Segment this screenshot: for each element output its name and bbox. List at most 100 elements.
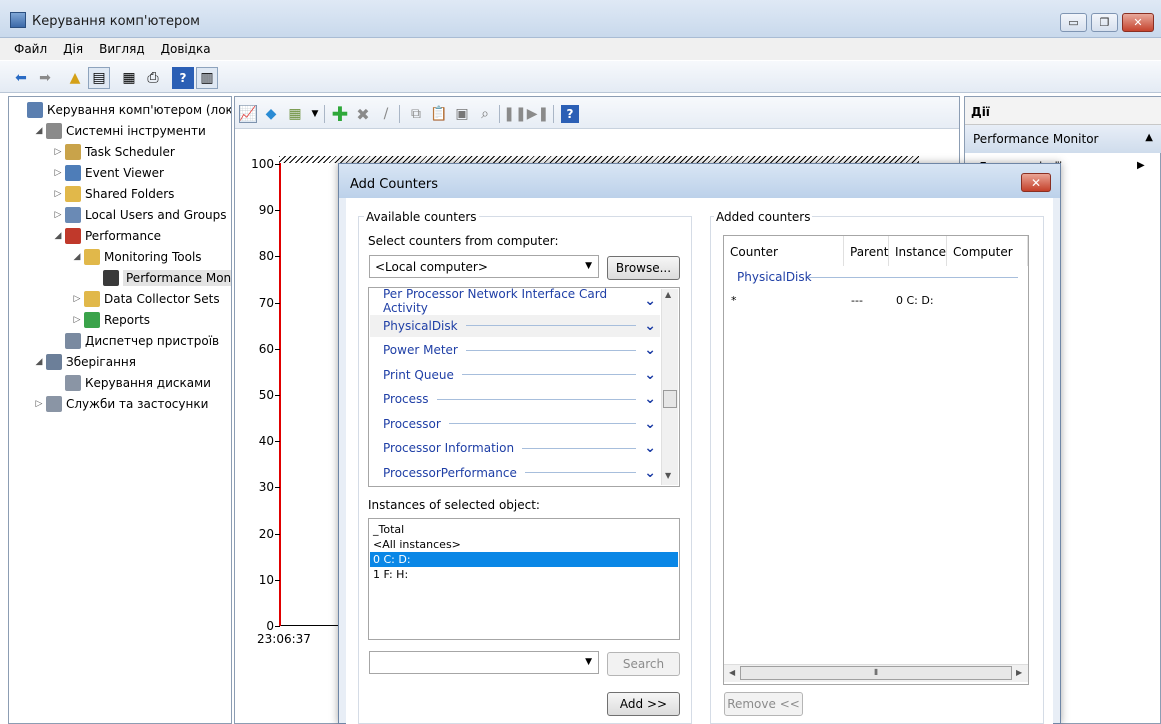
added-counters-list[interactable]: [723, 235, 1029, 685]
add-button[interactable]: Add >>: [607, 692, 680, 716]
collapse-arrow-icon[interactable]: ◢: [51, 231, 65, 241]
instance-item[interactable]: _Total: [370, 522, 678, 537]
tree-item[interactable]: ▷ Служби та застосунки: [32, 393, 208, 414]
hscroll-thumb[interactable]: ⦀: [740, 666, 1012, 680]
scroll-thumb[interactable]: [663, 390, 677, 408]
added-list-hscrollbar[interactable]: ◀ ⦀ ▶: [724, 664, 1028, 682]
remove-button[interactable]: Remove <<: [724, 692, 803, 716]
menu-view[interactable]: Вигляд: [99, 42, 145, 56]
collapse-arrow-icon[interactable]: ◢: [32, 357, 46, 367]
dialog-close-button[interactable]: ✕: [1021, 173, 1051, 192]
tree-item[interactable]: ▷ Reports: [70, 309, 150, 330]
computer-select[interactable]: <Local computer> ▼: [369, 255, 599, 278]
collapse-arrow-icon[interactable]: ◢: [70, 252, 84, 262]
actions-section-performance-monitor[interactable]: Performance Monitor ▲: [965, 125, 1161, 153]
menu-help[interactable]: Довідка: [161, 42, 211, 56]
counter-item[interactable]: ProcessorPerformance ⌄: [370, 462, 660, 484]
show-hide-action-pane-icon[interactable]: ▥: [196, 67, 218, 89]
search-button[interactable]: Search: [607, 652, 680, 676]
scroll-up-icon[interactable]: ▲: [665, 290, 671, 299]
expand-chevron-icon[interactable]: ⌄: [644, 440, 656, 456]
menu-file[interactable]: Файл: [14, 42, 47, 56]
zoom-icon[interactable]: ⌕: [476, 105, 494, 123]
tree-item[interactable]: ▷ Local Users and Groups: [51, 204, 227, 225]
scroll-right-icon[interactable]: ▶: [1016, 668, 1022, 677]
tree-item[interactable]: Керування комп'ютером (локальн: [13, 99, 231, 120]
counter-item[interactable]: Print Queue ⌄: [370, 364, 660, 386]
freeze-display-icon[interactable]: ❚❚: [503, 105, 526, 123]
print-icon[interactable]: ⎙: [142, 67, 164, 89]
expand-arrow-icon[interactable]: ▷: [70, 315, 84, 325]
column-counter[interactable]: Counter: [724, 236, 844, 266]
counters-list[interactable]: Per Processor Network Interface Card Act…: [368, 287, 680, 487]
view-graph-icon[interactable]: 📈: [239, 105, 257, 123]
minimize-button[interactable]: ▭: [1060, 13, 1087, 32]
instances-list[interactable]: _Total <All instances> 0 C: D: 1 F: H:: [368, 518, 680, 640]
tree-item[interactable]: ◢ Зберігання: [32, 351, 136, 372]
forward-icon[interactable]: ➡: [34, 67, 56, 89]
counter-item[interactable]: Per Processor Network Interface Card Act…: [370, 288, 660, 315]
scroll-down-icon[interactable]: ▼: [665, 471, 671, 480]
view-current-activity-icon[interactable]: ▦: [286, 105, 304, 123]
expand-chevron-icon[interactable]: ⌄: [644, 391, 656, 407]
highlight-icon[interactable]: /: [377, 105, 395, 123]
browse-button[interactable]: Browse...: [607, 256, 680, 280]
tree-item[interactable]: ▷ Task Scheduler: [51, 141, 175, 162]
delete-counter-icon[interactable]: ✖: [354, 105, 372, 124]
added-row-counter[interactable]: *: [731, 294, 737, 307]
back-icon[interactable]: ⬅: [10, 67, 32, 89]
instance-item[interactable]: 0 C: D:: [370, 552, 678, 567]
counter-item[interactable]: Processor Information ⌄: [370, 437, 660, 459]
instance-item[interactable]: 1 F: H:: [370, 567, 678, 582]
expand-arrow-icon[interactable]: ▷: [51, 189, 65, 199]
tree-item[interactable]: ▷ Shared Folders: [51, 183, 174, 204]
counters-list-scrollbar[interactable]: ▲ ▼: [661, 289, 678, 485]
added-group-physicaldisk[interactable]: PhysicalDisk: [737, 270, 812, 284]
tree-item[interactable]: Performance Monitor: [89, 267, 231, 288]
collapse-arrow-icon[interactable]: ◢: [32, 126, 46, 136]
expand-arrow-icon[interactable]: ▷: [51, 168, 65, 178]
counter-item[interactable]: Processor ⌄: [370, 413, 660, 435]
tree-item[interactable]: ◢ Системні інструменти: [32, 120, 206, 141]
add-counter-icon[interactable]: ✚: [331, 102, 349, 126]
properties-icon[interactable]: ▦: [118, 67, 140, 89]
search-combo[interactable]: ▼: [369, 651, 599, 674]
expand-chevron-icon[interactable]: ⌄: [644, 318, 656, 334]
tree-item[interactable]: ◢ Performance: [51, 225, 161, 246]
column-instance[interactable]: Instance: [889, 236, 947, 266]
counter-item[interactable]: Process ⌄: [370, 388, 660, 410]
help-icon[interactable]: ?: [561, 105, 579, 123]
close-button[interactable]: ✕: [1122, 13, 1154, 32]
tree-item[interactable]: Керування дисками: [51, 372, 211, 393]
tree-item[interactable]: ▷ Event Viewer: [51, 162, 164, 183]
counter-item[interactable]: Power Meter ⌄: [370, 339, 660, 361]
expand-chevron-icon[interactable]: ⌄: [644, 367, 656, 383]
expand-chevron-icon[interactable]: ⌄: [644, 416, 656, 432]
up-icon[interactable]: ▲: [64, 67, 86, 89]
change-graph-type-icon[interactable]: ◆: [262, 105, 280, 123]
tree-item[interactable]: ▷ Data Collector Sets: [70, 288, 220, 309]
expand-chevron-icon[interactable]: ⌄: [644, 293, 656, 309]
scroll-left-icon[interactable]: ◀: [729, 668, 735, 677]
show-hide-tree-icon[interactable]: ▤: [88, 67, 110, 89]
expand-chevron-icon[interactable]: ⌄: [644, 465, 656, 481]
maximize-button[interactable]: ❐: [1091, 13, 1118, 32]
expand-arrow-icon[interactable]: ▷: [32, 399, 46, 409]
column-computer[interactable]: Computer: [947, 236, 1028, 266]
menu-action[interactable]: Дія: [63, 42, 83, 56]
tree-item[interactable]: Диспетчер пристроїв: [51, 330, 219, 351]
update-data-icon[interactable]: ▶❚: [527, 105, 550, 123]
help-icon[interactable]: ?: [172, 67, 194, 89]
expand-chevron-icon[interactable]: ⌄: [644, 342, 656, 358]
chevron-down-icon[interactable]: ▼: [306, 105, 324, 123]
collapse-arrow-icon[interactable]: ▲: [1145, 132, 1153, 143]
column-parent[interactable]: Parent: [844, 236, 889, 266]
expand-arrow-icon[interactable]: ▷: [51, 147, 65, 157]
tree-item[interactable]: ◢ Monitoring Tools: [70, 246, 202, 267]
counter-item[interactable]: PhysicalDisk ⌄: [370, 314, 660, 337]
expand-arrow-icon[interactable]: ▷: [70, 294, 84, 304]
paste-counter-list-icon[interactable]: 📋: [430, 105, 448, 123]
expand-arrow-icon[interactable]: ▷: [51, 210, 65, 220]
properties-icon[interactable]: ▣: [453, 105, 471, 123]
instance-item[interactable]: <All instances>: [370, 537, 678, 552]
